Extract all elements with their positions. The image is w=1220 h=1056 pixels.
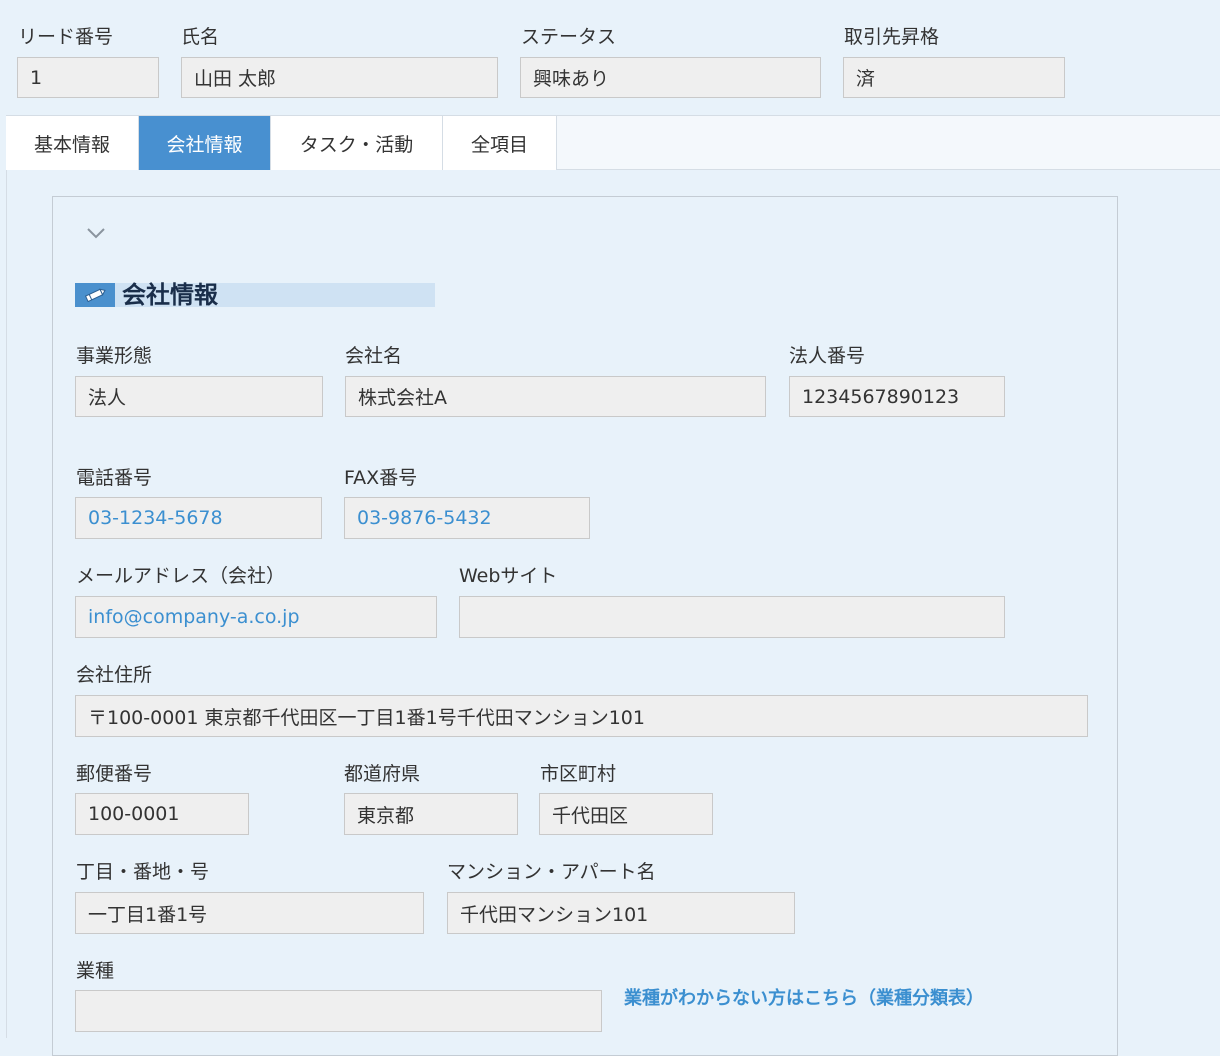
business-type-label: 事業形態	[76, 345, 153, 367]
pencil-icon	[75, 283, 115, 307]
email-label: メールアドレス（会社）	[76, 565, 286, 587]
phone-label: 電話番号	[76, 467, 153, 489]
email-field[interactable]: info@company-a.co.jp	[75, 596, 437, 638]
fax-label: FAX番号	[344, 467, 418, 489]
phone-field[interactable]: 03-1234-5678	[75, 497, 322, 539]
prefecture-field[interactable]: 東京都	[344, 793, 518, 835]
postal-code-field[interactable]: 100-0001	[75, 793, 249, 835]
building-label: マンション・アパート名	[447, 861, 656, 883]
prefecture-label: 都道府県	[344, 763, 421, 785]
industry-label: 業種	[76, 960, 115, 982]
company-name-field[interactable]: 株式会社A	[345, 376, 766, 417]
status-field[interactable]: 興味あり	[520, 57, 821, 98]
promotion-label: 取引先昇格	[844, 26, 940, 48]
corporate-number-field[interactable]: 1234567890123	[789, 376, 1005, 417]
corporate-number-label: 法人番号	[789, 345, 866, 367]
tab-bar: 基本情報 会社情報 タスク・活動 全項目	[6, 115, 1220, 170]
company-address-label: 会社住所	[76, 664, 153, 686]
city-field[interactable]: 千代田区	[539, 793, 713, 835]
business-type-field[interactable]: 法人	[75, 376, 323, 417]
tab-all-fields[interactable]: 全項目	[443, 116, 557, 170]
website-label: Webサイト	[459, 565, 558, 587]
website-field[interactable]	[459, 596, 1005, 638]
street-label: 丁目・番地・号	[76, 861, 210, 883]
lead-number-label: リード番号	[18, 26, 114, 48]
tab-tasks-activities[interactable]: タスク・活動	[271, 116, 443, 170]
company-name-label: 会社名	[345, 345, 403, 367]
section-title: 会社情報	[122, 281, 218, 309]
industry-help-link[interactable]: 業種がわからない方はこちら（業種分類表）	[624, 988, 984, 1010]
company-address-field[interactable]: 〒100-0001 東京都千代田区一丁目1番1号千代田マンション101	[75, 695, 1088, 737]
lead-number-field[interactable]: 1	[17, 57, 159, 98]
city-label: 市区町村	[540, 763, 617, 785]
fax-field[interactable]: 03-9876-5432	[344, 497, 590, 539]
name-label: 氏名	[181, 26, 220, 48]
chevron-down-icon[interactable]	[86, 226, 106, 240]
status-label: ステータス	[521, 26, 617, 48]
tab-basic-info[interactable]: 基本情報	[6, 116, 139, 170]
tab-company-info[interactable]: 会社情報	[139, 116, 271, 170]
promotion-field[interactable]: 済	[843, 57, 1065, 98]
industry-field[interactable]	[75, 990, 602, 1032]
postal-code-label: 郵便番号	[76, 763, 153, 785]
building-field[interactable]: 千代田マンション101	[447, 892, 795, 934]
street-field[interactable]: 一丁目1番1号	[75, 892, 424, 934]
name-field[interactable]: 山田 太郎	[181, 57, 498, 98]
